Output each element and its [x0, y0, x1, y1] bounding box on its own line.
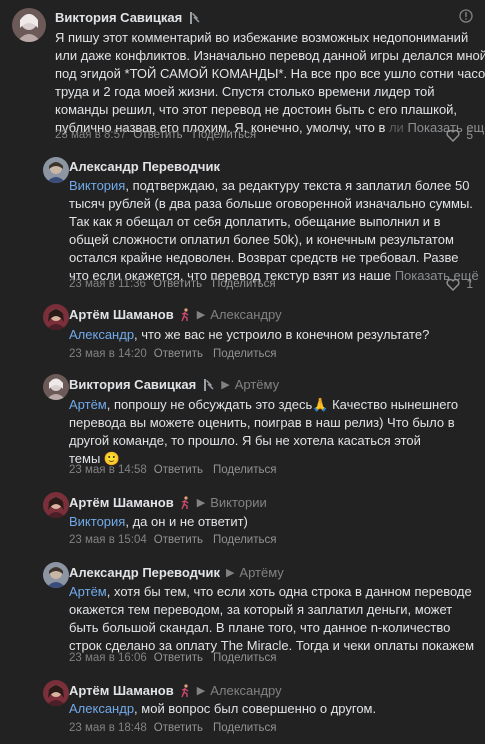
share-button[interactable]: Поделиться [213, 534, 277, 546]
reply-button[interactable]: Ответить [133, 129, 182, 141]
avatar[interactable] [43, 157, 69, 183]
comment-text: Александр, что же вас не устроило в коне… [69, 327, 430, 342]
comment-date[interactable]: 23 мая в 18:48 [69, 722, 147, 734]
avatar[interactable] [43, 374, 69, 400]
comment-text: Виктория, подтверждаю, за редактуру текс… [69, 178, 479, 283]
author-name[interactable]: Виктория Савицкая [69, 377, 196, 392]
wizard-staff-icon [201, 378, 215, 392]
wizard-staff-icon [187, 11, 201, 25]
comment: Артём Шаманов ▶ Александру Александр, что… [0, 298, 485, 368]
comment: Александр Переводчик ▶ Артёму Артём, хотя… [0, 556, 485, 674]
comment-text: Александр, мой вопрос был совершенно о д… [69, 701, 377, 716]
mention-link[interactable]: Артём [69, 584, 107, 599]
likes-count: 5 [466, 128, 473, 142]
share-button[interactable]: Поделиться [212, 278, 276, 290]
comment: Виктория Савицкая ▶ Артёму Артём, попрошу… [0, 368, 485, 486]
comment-date[interactable]: 23 мая в 14:20 [69, 348, 147, 360]
author-name[interactable]: Александр Переводчик [69, 565, 220, 580]
share-button[interactable]: Поделиться [213, 652, 277, 664]
comment-date[interactable]: 23 мая в 15:04 [69, 534, 147, 546]
avatar[interactable] [43, 680, 69, 706]
reply-target[interactable]: ▶ Артёму [226, 565, 284, 580]
runner-icon [179, 495, 191, 510]
author-name[interactable]: Артём Шаманов [69, 307, 174, 322]
reply-target[interactable]: ▶ Артёму [221, 377, 279, 392]
reply-button[interactable]: Ответить [154, 464, 203, 476]
info-icon[interactable] [459, 9, 473, 23]
avatar[interactable] [12, 8, 46, 42]
comment-date[interactable]: 23 мая в 11:36 [69, 278, 146, 290]
avatar[interactable] [43, 304, 69, 330]
reply-button[interactable]: Ответить [154, 534, 203, 546]
comment: Артём Шаманов ▶ Александру Александр, мой… [0, 674, 485, 744]
share-button[interactable]: Поделиться [213, 348, 277, 360]
reply-target[interactable]: ▶ Александру [197, 307, 282, 322]
reply-arrow-icon: ▶ [221, 379, 230, 391]
comment-text: Виктория, да он и не ответит) [69, 514, 248, 529]
mention-link[interactable]: Александр [69, 327, 134, 342]
author-name[interactable]: Виктория Савицкая [55, 10, 182, 25]
likes-count: 1 [466, 277, 473, 291]
author-name[interactable]: Артём Шаманов [69, 683, 174, 698]
runner-icon [179, 307, 191, 322]
like-button[interactable]: 1 [446, 277, 473, 291]
avatar[interactable] [43, 492, 69, 518]
comment-text: Артём, хотя бы тем, что если хоть одна с… [69, 584, 475, 653]
mention-link[interactable]: Виктория [69, 178, 125, 193]
like-button[interactable]: 5 [446, 128, 473, 142]
reply-arrow-icon: ▶ [225, 567, 235, 579]
author-name[interactable]: Александр Переводчик [69, 159, 220, 174]
heart-icon [446, 278, 460, 291]
comment-text: Артём, попрошу не обсуждать это здесь🙏 К… [69, 397, 459, 466]
comment-date[interactable]: 23 мая в 8:57 [55, 129, 126, 141]
comment-text: Я пишу этот комментарий во избежание воз… [55, 29, 485, 137]
comment: Виктория Савицкая Я пишу этот комментари… [0, 0, 485, 150]
comment: Александр Переводчик Виктория, подтвержд… [0, 150, 485, 298]
comment: Артём Шаманов ▶ Виктории Виктория, да он … [0, 486, 485, 556]
comment-date[interactable]: 23 мая в 16:06 [69, 652, 147, 664]
avatar[interactable] [43, 562, 69, 588]
share-button[interactable]: Поделиться [213, 464, 277, 476]
mention-link[interactable]: Артём [69, 397, 107, 412]
runner-icon [179, 683, 191, 698]
reply-button[interactable]: Ответить [153, 278, 202, 290]
reply-arrow-icon: ▶ [196, 685, 206, 697]
share-button[interactable]: Поделиться [213, 722, 277, 734]
reply-button[interactable]: Ответить [154, 722, 203, 734]
reply-target[interactable]: ▶ Александру [197, 683, 282, 698]
mention-link[interactable]: Виктория [69, 514, 125, 529]
author-name[interactable]: Артём Шаманов [69, 495, 174, 510]
mention-link[interactable]: Александр [69, 701, 134, 716]
reply-arrow-icon: ▶ [196, 309, 206, 321]
reply-arrow-icon: ▶ [196, 497, 206, 509]
reply-target[interactable]: ▶ Виктории [197, 495, 267, 510]
share-button[interactable]: Поделиться [193, 129, 257, 141]
heart-icon [446, 129, 460, 142]
reply-button[interactable]: Ответить [154, 348, 203, 360]
comment-date[interactable]: 23 мая в 14:58 [69, 464, 147, 476]
reply-button[interactable]: Ответить [154, 652, 203, 664]
